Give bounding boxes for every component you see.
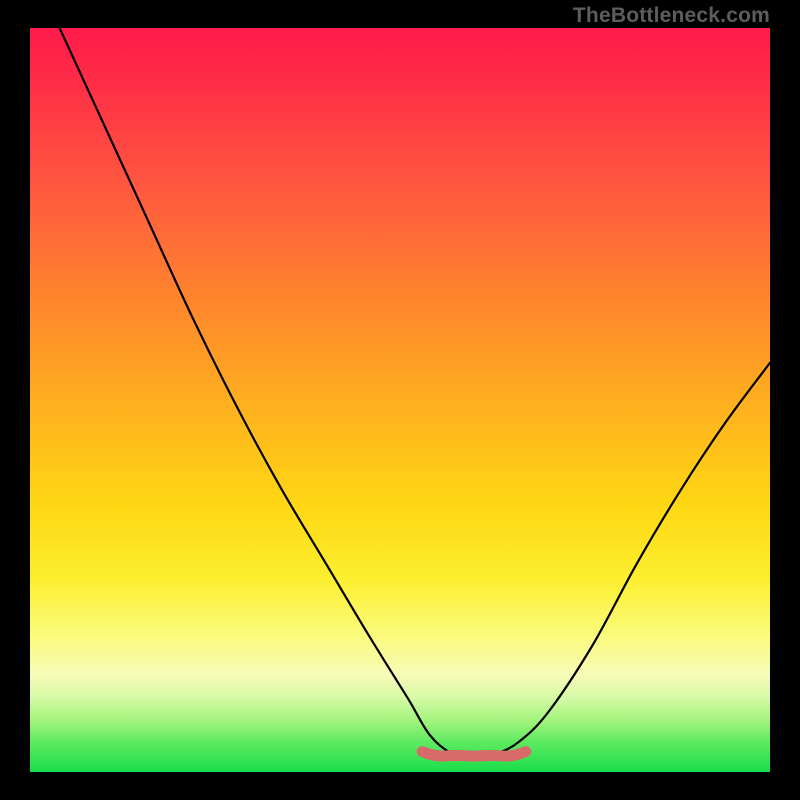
flat-bottom-marker (422, 752, 526, 757)
watermark-text: TheBottleneck.com (573, 4, 770, 28)
bottleneck-curve-path (60, 28, 770, 757)
curve-svg (30, 28, 770, 772)
chart-frame: TheBottleneck.com (0, 0, 800, 800)
plot-area (30, 28, 770, 772)
